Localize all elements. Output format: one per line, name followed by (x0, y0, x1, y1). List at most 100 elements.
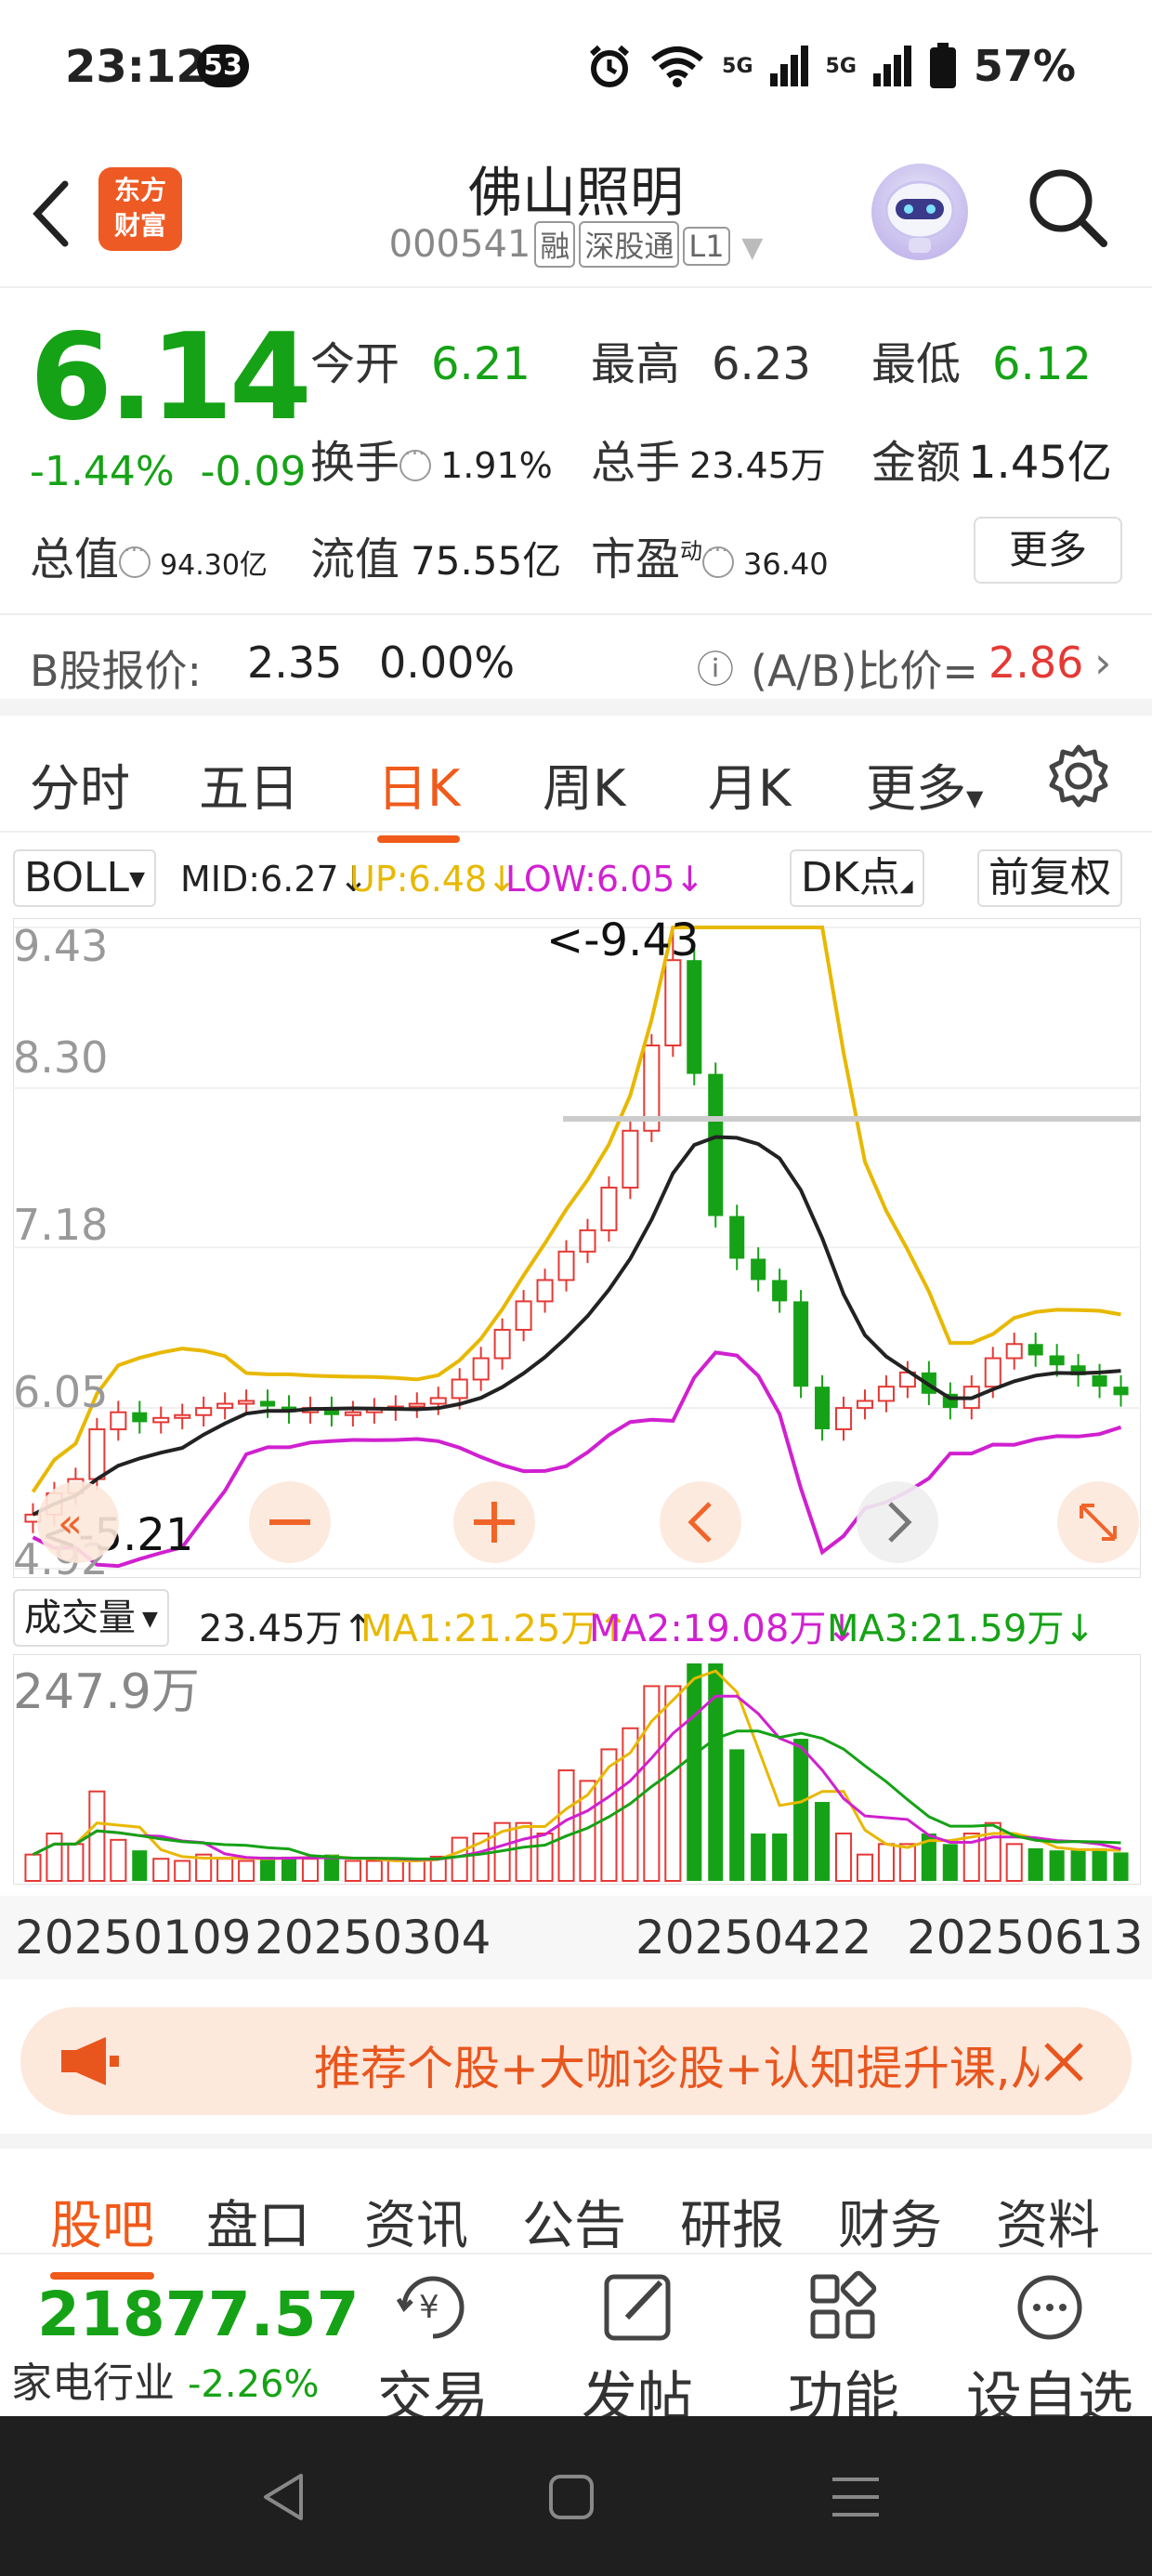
mktcap-value: 94.30亿 (160, 549, 268, 582)
volume-indicator-select[interactable]: 成交量 ▼ (13, 1589, 169, 1647)
tab-orderbook[interactable]: 盘口 (206, 2184, 310, 2259)
indicator-select[interactable]: BOLL▼ (13, 849, 156, 907)
volume-bar (664, 1685, 682, 1883)
wifi-icon (651, 46, 704, 87)
tab-more[interactable]: 更多▼ (866, 747, 983, 821)
open-value: 6.21 (431, 338, 530, 390)
info-icon[interactable] (119, 537, 151, 578)
candle-body (451, 1378, 468, 1400)
tab-profile[interactable]: 资料 (996, 2184, 1100, 2259)
ab-ratio-value: 2.86 (988, 637, 1084, 688)
settings-gear-icon[interactable] (1046, 743, 1111, 808)
tab-news[interactable]: 资讯 (364, 2184, 468, 2259)
chevron-right-icon: › (1094, 637, 1112, 688)
trade-button[interactable]: ¥ 交易 (349, 2266, 517, 2434)
tab-research[interactable]: 研报 (680, 2184, 784, 2259)
float-value: 75.55亿 (411, 538, 562, 584)
fullscreen-button[interactable] (1057, 1481, 1139, 1563)
assistant-avatar[interactable] (871, 164, 968, 260)
date-label: 20250613 (907, 1911, 1144, 1965)
candle-body (984, 1357, 1001, 1388)
notification-badge: 53 (197, 45, 249, 87)
status-bar: 23:12 53 5G 5G 57% (0, 0, 1152, 139)
tab-weekly-k[interactable]: 周K (543, 747, 625, 821)
tab-more-label: 更多 (866, 759, 966, 818)
pe-sup: 动 (680, 538, 703, 564)
candle-body (493, 1328, 511, 1360)
info-icon[interactable] (702, 537, 735, 578)
volume-bar (536, 1833, 554, 1882)
volume-bar (834, 1833, 853, 1882)
candle-body (174, 1413, 191, 1419)
candle-body (88, 1428, 106, 1480)
dk-point-button[interactable]: DK点◢ (790, 849, 924, 907)
y-tick: 6.05 (13, 1367, 108, 1417)
scroll-left-fast-button[interactable]: « (37, 1481, 119, 1563)
boll-low: LOW:6.05↓ (505, 859, 705, 900)
volume-bar (24, 1853, 42, 1882)
y-tick: 8.30 (13, 1032, 108, 1083)
post-button[interactable]: 发帖 (554, 2266, 721, 2434)
indicator-bar: BOLL▼ MID:6.27↓ UP:6.48↓ LOW:6.05↓ DK点◢ … (0, 846, 1152, 911)
industry-pct: -2.26% (188, 2363, 320, 2406)
scroll-left-button[interactable] (660, 1481, 741, 1563)
industry-index-name-line: 家电行业 -2.26% (11, 2349, 320, 2409)
stock-code-line[interactable]: 000541 融深股通 L1 ▼ (0, 221, 1152, 268)
candle-body (344, 1411, 361, 1416)
adjust-select[interactable]: 前复权 (977, 849, 1122, 907)
b-share-row[interactable]: B股报价: 2.35 0.00% ⓘ (A/B)比价= 2.86 › (0, 613, 1152, 716)
volume-bar (260, 1856, 276, 1881)
open-cell: 今开 6.21 (310, 327, 530, 392)
nav-home-icon[interactable] (548, 2474, 595, 2520)
tab-monthly-k[interactable]: 月K (708, 747, 791, 821)
volume-max-label: 247.9万 (13, 1664, 200, 1720)
promo-banner[interactable]: 推荐个股+大咖诊股+认知提升课,从 (20, 2007, 1132, 2115)
volume-chart[interactable]: 247.9万 (13, 1654, 1141, 1885)
k-line-chart[interactable]: 9.43 8.30 7.18 6.05 4.92 <-9.43 <-5.21 « (13, 918, 1141, 1578)
level-tag: L1 (683, 227, 730, 266)
industry-index-value: 21877.57 (37, 2279, 360, 2350)
mktcap-cell: 总值 94.30亿 (30, 522, 268, 587)
tab-intraday[interactable]: 分时 (30, 747, 130, 821)
scroll-right-button[interactable] (857, 1481, 938, 1563)
tab-five-day[interactable]: 五日 (199, 747, 299, 821)
turnover-label: 换手 (310, 437, 400, 489)
candle-body (579, 1229, 596, 1253)
add-watchlist-button[interactable]: 设自选 (966, 2266, 1133, 2434)
ab-ratio-label: (A/B)比价= (751, 646, 978, 696)
volume-bar (67, 1843, 85, 1882)
zoom-out-button[interactable] (249, 1481, 331, 1563)
turnover-value: 1.91% (440, 445, 553, 486)
candle-body (1005, 1343, 1023, 1360)
tab-daily-k[interactable]: 日K (377, 747, 461, 843)
amount-label: 金额 (871, 437, 962, 489)
nav-back-icon[interactable] (260, 2472, 307, 2522)
caret-down-icon: ▼ (966, 785, 984, 811)
question-icon[interactable]: ⓘ (697, 639, 734, 693)
stock-code: 000541 (388, 223, 531, 266)
edit-icon (604, 2274, 671, 2341)
volume-bar (451, 1836, 468, 1883)
function-button[interactable]: 功能 (760, 2266, 927, 2434)
b-share-price: 2.35 (247, 637, 343, 688)
close-icon[interactable] (1041, 2039, 1087, 2085)
candle-body (687, 960, 702, 1074)
tab-announcements[interactable]: 公告 (522, 2184, 626, 2259)
system-nav-bar (0, 2416, 1152, 2576)
pe-value: 36.40 (743, 546, 829, 582)
status-icons: 5G 5G 57% (586, 41, 1076, 91)
volume-indicator-name: 成交量 (24, 1597, 136, 1639)
tab-financials[interactable]: 财务 (838, 2184, 942, 2259)
industry-name: 家电行业 (11, 2359, 175, 2407)
candle-body (1092, 1374, 1107, 1387)
candle-body (472, 1357, 490, 1381)
info-icon[interactable] (399, 440, 432, 481)
more-button[interactable]: 更多 (974, 517, 1122, 584)
nav-menu-icon[interactable] (831, 2474, 881, 2520)
high-label: 最高 (591, 338, 681, 390)
volume-bar (1028, 1847, 1043, 1881)
candle-body (110, 1411, 127, 1431)
tab-forum[interactable]: 股吧 (50, 2184, 154, 2280)
zoom-in-button[interactable] (453, 1481, 535, 1563)
search-icon[interactable] (1026, 165, 1109, 249)
